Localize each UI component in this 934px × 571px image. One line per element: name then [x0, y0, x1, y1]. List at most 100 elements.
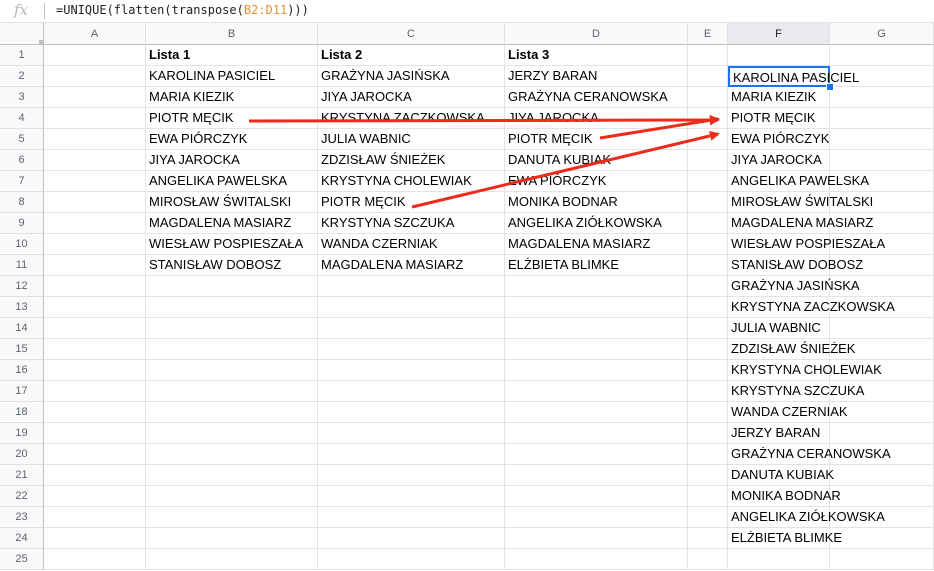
row-header-23[interactable]: 23 — [0, 507, 44, 528]
cell-g11[interactable] — [830, 255, 934, 276]
cell-f13[interactable]: KRYSTYNA ZACZKOWSKA — [728, 297, 895, 318]
cell-d5[interactable]: PIOTR MĘCIK — [505, 129, 688, 150]
cell-a21[interactable] — [44, 465, 146, 486]
cell-f15[interactable]: ZDZISŁAW ŚNIEŻEK — [728, 339, 855, 360]
cell-f4[interactable]: PIOTR MĘCIK — [728, 108, 830, 129]
cell-f7[interactable]: ANGELIKA PAWELSKA — [728, 171, 869, 192]
cell-f21[interactable]: DANUTA KUBIAK — [728, 465, 834, 486]
cell-c18[interactable] — [318, 402, 505, 423]
cell-d7[interactable]: EWA PIÓRCZYK — [505, 171, 688, 192]
cell-d22[interactable] — [505, 486, 688, 507]
cell-b18[interactable] — [146, 402, 318, 423]
cell-b16[interactable] — [146, 360, 318, 381]
cell-d9[interactable]: ANGELIKA ZIÓŁKOWSKA — [505, 213, 688, 234]
cell-b9[interactable]: MAGDALENA MASIARZ — [146, 213, 318, 234]
cell-a7[interactable] — [44, 171, 146, 192]
cell-e22[interactable] — [688, 486, 728, 507]
cell-e17[interactable] — [688, 381, 728, 402]
cell-g8[interactable] — [830, 192, 934, 213]
cell-b6[interactable]: JIYA JAROCKA — [146, 150, 318, 171]
cell-f23[interactable]: ANGELIKA ZIÓŁKOWSKA — [728, 507, 885, 528]
cell-c14[interactable] — [318, 318, 505, 339]
cell-g18[interactable] — [830, 402, 934, 423]
cell-e4[interactable] — [688, 108, 728, 129]
cell-d21[interactable] — [505, 465, 688, 486]
cell-c15[interactable] — [318, 339, 505, 360]
cell-g14[interactable] — [830, 318, 934, 339]
cell-d24[interactable] — [505, 528, 688, 549]
cell-f5[interactable]: EWA PIÓRCZYK — [728, 129, 830, 150]
cell-c21[interactable] — [318, 465, 505, 486]
column-header-e[interactable]: E — [688, 23, 728, 45]
cell-e14[interactable] — [688, 318, 728, 339]
column-header-b[interactable]: B — [146, 23, 318, 45]
cell-b24[interactable] — [146, 528, 318, 549]
row-header-2[interactable]: 2 — [0, 66, 44, 87]
column-header-c[interactable]: C — [318, 23, 505, 45]
cell-g19[interactable] — [830, 423, 934, 444]
cell-f11[interactable]: STANISŁAW DOBOSZ — [728, 255, 863, 276]
formula-input[interactable]: =UNIQUE(flatten(transpose(B2:D11))) — [56, 3, 309, 17]
cell-d19[interactable] — [505, 423, 688, 444]
row-header-11[interactable]: 11 — [0, 255, 44, 276]
row-header-8[interactable]: 8 — [0, 192, 44, 213]
cell-d16[interactable] — [505, 360, 688, 381]
row-header-21[interactable]: 21 — [0, 465, 44, 486]
cell-c25[interactable] — [318, 549, 505, 570]
cell-g3[interactable] — [830, 87, 934, 108]
cell-e16[interactable] — [688, 360, 728, 381]
cell-f6[interactable]: JIYA JAROCKA — [728, 150, 830, 171]
cell-f10[interactable]: WIESŁAW POSPIESZAŁA — [728, 234, 885, 255]
column-header-g[interactable]: G — [830, 23, 934, 45]
cell-g4[interactable] — [830, 108, 934, 129]
cell-a9[interactable] — [44, 213, 146, 234]
cell-b19[interactable] — [146, 423, 318, 444]
cell-d11[interactable]: ELŻBIETA BLIMKE — [505, 255, 688, 276]
row-header-13[interactable]: 13 — [0, 297, 44, 318]
cell-a18[interactable] — [44, 402, 146, 423]
cell-f14[interactable]: JULIA WABNIC — [728, 318, 830, 339]
cell-g23[interactable] — [830, 507, 934, 528]
cell-b15[interactable] — [146, 339, 318, 360]
cell-b23[interactable] — [146, 507, 318, 528]
cell-d14[interactable] — [505, 318, 688, 339]
cell-f12[interactable]: GRAŻYNA JASIŃSKA — [728, 276, 860, 297]
cell-b3[interactable]: MARIA KIEZIK — [146, 87, 318, 108]
cell-d6[interactable]: DANUTA KUBIAK — [505, 150, 688, 171]
cell-g2[interactable] — [830, 66, 934, 87]
cell-a12[interactable] — [44, 276, 146, 297]
cell-c19[interactable] — [318, 423, 505, 444]
cell-a8[interactable] — [44, 192, 146, 213]
cell-c8[interactable]: PIOTR MĘCIK — [318, 192, 505, 213]
cell-c9[interactable]: KRYSTYNA SZCZUKA — [318, 213, 505, 234]
cell-f17[interactable]: KRYSTYNA SZCZUKA — [728, 381, 864, 402]
cell-g1[interactable] — [830, 45, 934, 66]
cell-e18[interactable] — [688, 402, 728, 423]
row-header-18[interactable]: 18 — [0, 402, 44, 423]
cell-b13[interactable] — [146, 297, 318, 318]
cell-c1[interactable]: Lista 2 — [318, 45, 505, 66]
column-header-a[interactable]: A — [44, 23, 146, 45]
cell-a4[interactable] — [44, 108, 146, 129]
cell-f22[interactable]: MONIKA BODNAR — [728, 486, 841, 507]
cell-b4[interactable]: PIOTR MĘCIK — [146, 108, 318, 129]
cell-a6[interactable] — [44, 150, 146, 171]
cell-e12[interactable] — [688, 276, 728, 297]
cell-b8[interactable]: MIROSŁAW ŚWITALSKI — [146, 192, 318, 213]
cell-b17[interactable] — [146, 381, 318, 402]
cell-e10[interactable] — [688, 234, 728, 255]
cell-a13[interactable] — [44, 297, 146, 318]
cell-f25[interactable] — [728, 549, 830, 570]
cell-c17[interactable] — [318, 381, 505, 402]
row-header-6[interactable]: 6 — [0, 150, 44, 171]
cell-a20[interactable] — [44, 444, 146, 465]
cell-c6[interactable]: ZDZISŁAW ŚNIEŻEK — [318, 150, 505, 171]
cell-a23[interactable] — [44, 507, 146, 528]
cell-e1[interactable] — [688, 45, 728, 66]
cell-e24[interactable] — [688, 528, 728, 549]
cell-f24[interactable]: ELŻBIETA BLIMKE — [728, 528, 842, 549]
cell-g17[interactable] — [830, 381, 934, 402]
cell-e2[interactable] — [688, 66, 728, 87]
cell-b14[interactable] — [146, 318, 318, 339]
cell-g25[interactable] — [830, 549, 934, 570]
